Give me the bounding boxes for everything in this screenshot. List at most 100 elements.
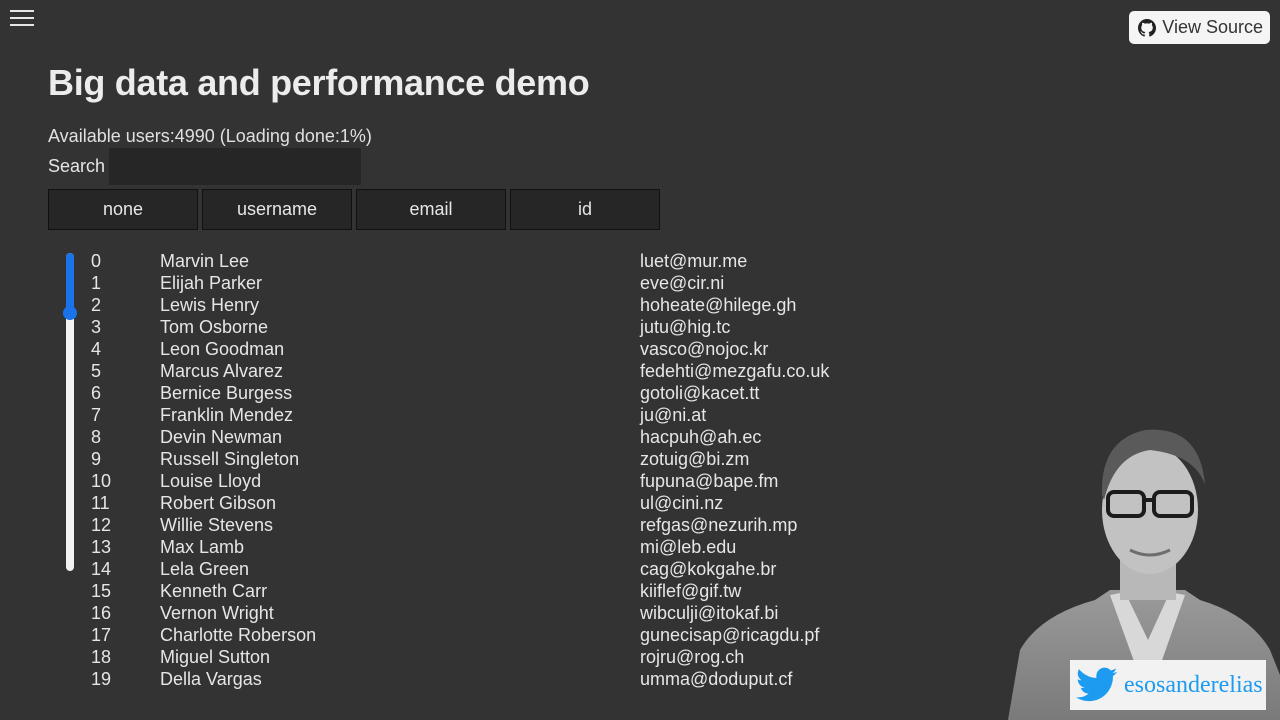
user-id: 12: [91, 515, 112, 535]
list-item: 14 Lela Green cag@kokgahe.br: [91, 558, 940, 580]
sort-none-button[interactable]: none: [48, 189, 198, 230]
user-id: 10: [91, 471, 112, 491]
hamburger-menu-icon[interactable]: [10, 10, 34, 28]
user-email: gotoli@kacet.tt: [640, 383, 760, 403]
list-item: 5 Marcus Alvarez fedehti@mezgafu.co.uk: [91, 360, 940, 382]
sort-id-button[interactable]: id: [510, 189, 660, 230]
list-item: 8 Devin Newman hacpuh@ah.ec: [91, 426, 940, 448]
user-id: 11: [91, 493, 110, 513]
list-item: 2 Lewis Henry hoheate@hilege.gh: [91, 294, 940, 316]
user-email: kiiflef@gif.tw: [640, 581, 742, 601]
user-email: ju@ni.at: [640, 405, 707, 425]
user-email: jutu@hig.tc: [640, 317, 731, 337]
user-name: Miguel Sutton: [160, 647, 271, 667]
list-item: 15 Kenneth Carr kiiflef@gif.tw: [91, 580, 940, 602]
user-name: Willie Stevens: [160, 515, 274, 535]
user-name: Louise Lloyd: [160, 471, 262, 491]
user-email: ul@cini.nz: [640, 493, 724, 513]
user-id: 17: [91, 625, 112, 645]
list-item: 19 Della Vargas umma@doduput.cf: [91, 668, 940, 690]
user-email: zotuig@bi.zm: [640, 449, 750, 469]
sort-email-button[interactable]: email: [356, 189, 506, 230]
list-item: 3 Tom Osborne jutu@hig.tc: [91, 316, 940, 338]
user-id: 2: [91, 295, 102, 315]
user-id: 13: [91, 537, 112, 557]
user-name: Russell Singleton: [160, 449, 300, 469]
list-item: 11 Robert Gibson ul@cini.nz: [91, 492, 940, 514]
user-email: luet@mur.me: [640, 251, 748, 271]
user-name: Robert Gibson: [160, 493, 277, 513]
user-id: 1: [91, 273, 102, 293]
list-item: 1 Elijah Parker eve@cir.ni: [91, 272, 940, 294]
user-id: 4: [91, 339, 102, 359]
scroll-slider[interactable]: [63, 253, 77, 571]
user-id: 8: [91, 427, 102, 447]
list-item: 12 Willie Stevens refgas@nezurih.mp: [91, 514, 940, 536]
user-id: 6: [91, 383, 102, 403]
user-id: 14: [91, 559, 112, 579]
user-id: 0: [91, 251, 102, 271]
user-email: wibculji@itokaf.bi: [640, 603, 779, 623]
view-source-button[interactable]: View Source: [1129, 11, 1270, 44]
user-email: cag@kokgahe.br: [640, 559, 777, 579]
user-name: Leon Goodman: [160, 339, 285, 359]
user-name: Devin Newman: [160, 427, 283, 447]
list-item: 0 Marvin Lee luet@mur.me: [91, 250, 940, 272]
user-id: 9: [91, 449, 102, 469]
user-id: 7: [91, 405, 102, 425]
user-name: Marvin Lee: [160, 251, 250, 271]
user-name: Lela Green: [160, 559, 250, 579]
user-name: Elijah Parker: [160, 273, 263, 293]
user-email: vasco@nojoc.kr: [640, 339, 769, 359]
user-email: hacpuh@ah.ec: [640, 427, 762, 447]
user-name: Franklin Mendez: [160, 405, 294, 425]
sort-buttons: none username email id: [48, 189, 664, 230]
user-name: Charlotte Roberson: [160, 625, 317, 645]
user-email: eve@cir.ni: [640, 273, 725, 293]
twitter-bird-icon: [1076, 667, 1118, 702]
slider-fill: [66, 253, 74, 313]
sort-username-button[interactable]: username: [202, 189, 352, 230]
list-item: 7 Franklin Mendez ju@ni.at: [91, 404, 940, 426]
loading-status: Available users:4990 (Loading done:1%): [48, 126, 372, 146]
user-email: mi@leb.edu: [640, 537, 737, 557]
user-list: 0 Marvin Lee luet@mur.me 1 Elijah Parker eve@…: [91, 250, 940, 690]
user-name: Lewis Henry: [160, 295, 260, 315]
user-email: umma@doduput.cf: [640, 669, 793, 689]
search-label: Search: [48, 156, 106, 176]
list-item: 10 Louise Lloyd fupuna@bape.fm: [91, 470, 940, 492]
user-name: Della Vargas: [160, 669, 262, 689]
user-name: Marcus Alvarez: [160, 361, 284, 381]
user-email: gunecisap@ricagdu.pf: [640, 625, 820, 645]
twitter-badge[interactable]: esosanderelias: [1070, 660, 1266, 710]
list-item: 17 Charlotte Roberson gunecisap@ricagdu.pf: [91, 624, 940, 646]
user-name: Vernon Wright: [160, 603, 274, 623]
user-id: 3: [91, 317, 102, 337]
user-email: hoheate@hilege.gh: [640, 295, 797, 315]
user-name: Tom Osborne: [160, 317, 269, 337]
page-title: Big data and performance demo: [48, 62, 590, 103]
view-source-label: View Source: [1162, 17, 1263, 37]
user-id: 5: [91, 361, 102, 381]
user-name: Kenneth Carr: [160, 581, 268, 601]
search-row: Search: [48, 148, 362, 185]
user-name: Bernice Burgess: [160, 383, 293, 403]
user-email: fedehti@mezgafu.co.uk: [640, 361, 830, 381]
list-item: 6 Bernice Burgess gotoli@kacet.tt: [91, 382, 940, 404]
slider-thumb[interactable]: [63, 306, 77, 320]
github-icon: [1138, 18, 1157, 37]
list-item: 18 Miguel Sutton rojru@rog.ch: [91, 646, 940, 668]
search-input[interactable]: [109, 148, 362, 185]
list-item: 9 Russell Singleton zotuig@bi.zm: [91, 448, 940, 470]
user-email: refgas@nezurih.mp: [640, 515, 798, 535]
user-name: Max Lamb: [160, 537, 245, 557]
user-id: 16: [91, 603, 112, 623]
list-item: 13 Max Lamb mi@leb.edu: [91, 536, 940, 558]
user-id: 18: [91, 647, 112, 667]
list-item: 4 Leon Goodman vasco@nojoc.kr: [91, 338, 940, 360]
user-email: rojru@rog.ch: [640, 647, 745, 667]
twitter-handle: esosanderelias: [1124, 671, 1263, 698]
user-id: 19: [91, 669, 112, 689]
user-email: fupuna@bape.fm: [640, 471, 779, 491]
user-id: 15: [91, 581, 112, 601]
